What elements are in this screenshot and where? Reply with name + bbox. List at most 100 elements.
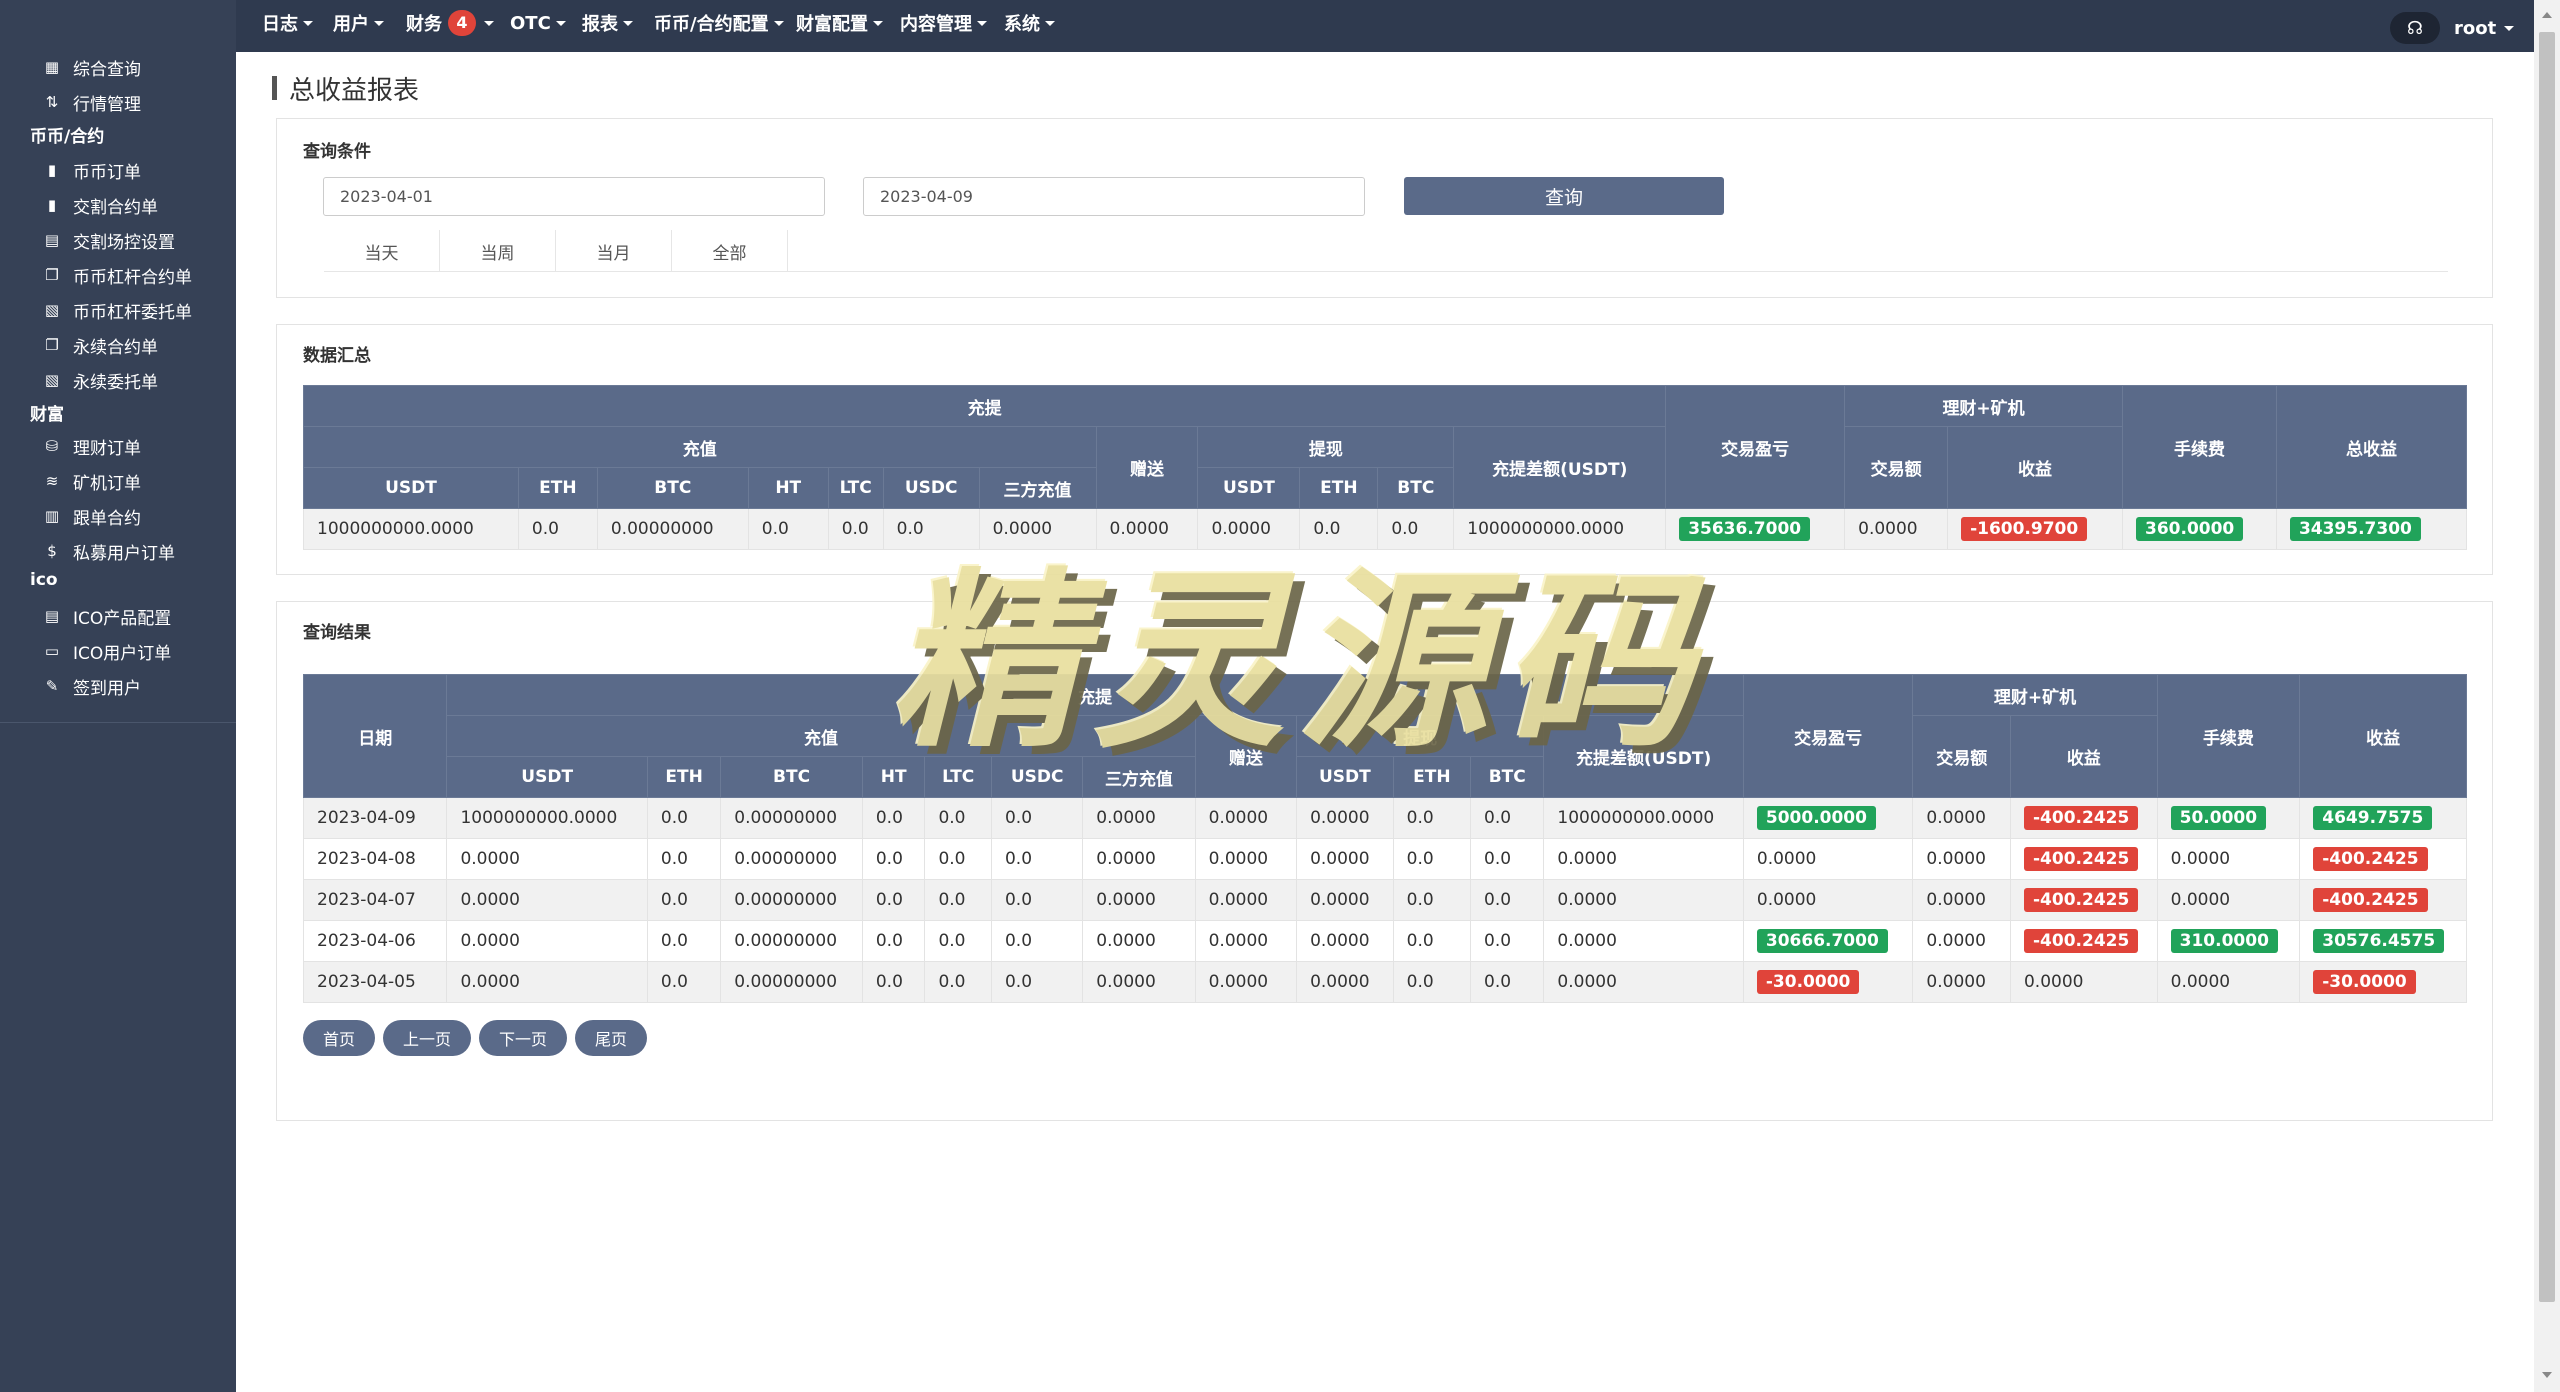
header-licai: 理财+矿机	[1844, 385, 2123, 427]
cell: 0.00000000	[720, 797, 863, 839]
cell: 0.0000	[2156, 879, 2301, 921]
cell: 0.0	[646, 961, 722, 1003]
cell: 0.00000000	[596, 508, 749, 550]
cell: 0.0	[1469, 920, 1545, 962]
header-profit: 收益	[2299, 674, 2467, 798]
sidebar-item-private-orders[interactable]: $ 私募用户订单	[44, 536, 175, 566]
sidebar-item-delivery-orders[interactable]: ▮ 交割合约单	[44, 190, 158, 220]
sidebar-item-perpetual-entrust[interactable]: ▧ 永续委托单	[44, 365, 158, 395]
cell: 0.0	[1469, 797, 1545, 839]
cell: 0.0000	[1296, 920, 1394, 962]
scroll-up-icon[interactable]	[2542, 12, 2552, 18]
tab-all[interactable]: 全部	[672, 230, 788, 272]
cell: 0.0000	[1082, 920, 1196, 962]
caret-down-icon	[873, 20, 883, 26]
summary-table: 充提 交易盈亏 理财+矿机 手续费 总收益 充值 赠送 提现 充提差额(USDT…	[302, 385, 2468, 550]
cell: 0.0	[861, 879, 926, 921]
nav-wealth-config[interactable]: 财富配置	[796, 0, 883, 46]
nav-log[interactable]: 日志	[262, 0, 313, 46]
nav-system[interactable]: 系统	[1004, 0, 1055, 46]
table-row: 2023-04-05 0.0000 0.0 0.00000000 0.0 0.0 0.0 0.…	[302, 961, 2467, 1003]
cell: 2023-04-06	[302, 920, 448, 962]
sidebar-item-miner-orders[interactable]: ≋ 矿机订单	[44, 466, 141, 496]
tab-this-week[interactable]: 当周	[440, 230, 556, 272]
cell: 0.0	[827, 508, 884, 550]
sidebar-item-ico-config[interactable]: ▤ ICO产品配置	[44, 601, 171, 631]
nav-contract-config[interactable]: 币币/合约配置	[654, 0, 784, 46]
status-badge: 360.0000	[2136, 517, 2244, 541]
end-date-input[interactable]: 2023-04-09	[863, 177, 1365, 216]
bookmark-icon: ▮	[47, 161, 57, 179]
sidebar-item-label: 签到用户	[73, 678, 141, 699]
cell: 0.0	[1299, 508, 1379, 550]
sidebar-item-delivery-control[interactable]: ▤ 交割场控设置	[44, 225, 175, 255]
header-withdraw-usdt: USDT	[1296, 756, 1394, 798]
user-menu[interactable]: root	[2454, 0, 2515, 56]
status-badge: -400.2425	[2023, 847, 2139, 871]
scrollbar-thumb[interactable]	[2539, 32, 2555, 1302]
top-navbar: 日志 用户 财务 4 OTC 报表 币币/合约配置 财富配置 内容管理 系统 ☊ …	[236, 0, 2560, 52]
cell: 0.0000	[1912, 879, 2011, 921]
sidebar-item-market[interactable]: ⇅ 行情管理	[44, 87, 141, 117]
scroll-down-icon[interactable]	[2542, 1372, 2552, 1378]
nav-finance[interactable]: 财务 4	[406, 0, 494, 46]
sidebar-item-finance-orders[interactable]: ⛁ 理财订单	[44, 431, 141, 461]
layers-icon: ≋	[45, 472, 59, 490]
sidebar-item-overview[interactable]: ▦ 综合查询	[44, 52, 141, 82]
cell: 0.0	[990, 838, 1084, 880]
cell: 4649.7575	[2299, 797, 2467, 839]
cell: 360.0000	[2122, 508, 2277, 550]
sidebar-group-contract: 币币/合约	[30, 127, 105, 147]
cell: 2023-04-07	[302, 879, 448, 921]
sidebar-item-perpetual[interactable]: ❐ 永续合约单	[44, 330, 158, 360]
tab-this-month[interactable]: 当月	[556, 230, 672, 272]
cell: 2023-04-09	[302, 797, 448, 839]
header-recharge: 充值	[446, 715, 1196, 757]
header-diff: 充提差额(USDT)	[1453, 426, 1667, 509]
cell: 0.0000	[1194, 879, 1298, 921]
cell: 1000000000.0000	[303, 508, 519, 550]
query-button[interactable]: 查询	[1404, 177, 1724, 215]
sidebar-item-label: 币币订单	[73, 162, 141, 183]
cell: 0.0	[1392, 920, 1472, 962]
header-withdraw-btc: BTC	[1469, 756, 1545, 798]
start-date-input[interactable]: 2023-04-01	[323, 177, 825, 216]
header-chongti: 充提	[302, 385, 1667, 427]
cell: -1600.9700	[1947, 508, 2123, 550]
nav-user[interactable]: 用户	[333, 0, 384, 46]
sidebar-item-margin-entrust[interactable]: ▧ 币币杠杆委托单	[44, 295, 192, 325]
page-scrollbar[interactable]	[2534, 0, 2560, 1392]
sidebar-item-checkin-users[interactable]: ✎ 签到用户	[44, 671, 141, 701]
headset-icon[interactable]: ☊	[2390, 12, 2440, 44]
cell: 0.0000	[1912, 838, 2011, 880]
header-chongti: 充提	[446, 674, 1744, 716]
caret-down-icon	[623, 20, 633, 26]
caret-down-icon	[303, 20, 313, 26]
tab-today[interactable]: 当天	[324, 230, 440, 272]
cell: 0.0	[646, 838, 722, 880]
cell: -400.2425	[2299, 879, 2467, 921]
header-trade-pl: 交易盈亏	[1665, 385, 1846, 509]
sidebar-item-label: ICO用户订单	[73, 643, 172, 664]
header-income: 收益	[1947, 426, 2123, 509]
cell: 0.0000	[1543, 879, 1744, 921]
last-page-button[interactable]: 尾页	[575, 1020, 648, 1056]
next-page-button[interactable]: 下一页	[479, 1020, 568, 1056]
sidebar-item-ico-orders[interactable]: ▭ ICO用户订单	[44, 636, 171, 666]
cell: 0.0000	[2156, 838, 2301, 880]
prev-page-button[interactable]: 上一页	[383, 1020, 472, 1056]
results-body: 2023-04-09 1000000000.0000 0.0 0.00000000 0.…	[302, 797, 2467, 1003]
nav-otc[interactable]: OTC	[510, 0, 566, 46]
header-date: 日期	[302, 674, 448, 798]
sidebar-item-margin-contract[interactable]: ❐ 币币杠杆合约单	[44, 260, 192, 290]
sidebar-item-copy-trade[interactable]: ▥ 跟单合约	[44, 501, 141, 531]
nav-label: 日志	[262, 14, 298, 35]
first-page-button[interactable]: 首页	[303, 1020, 376, 1056]
nav-content[interactable]: 内容管理	[900, 0, 987, 46]
sidebar-item-spot-orders[interactable]: ▮ 币币订单	[44, 155, 141, 185]
header-eth: ETH	[646, 756, 722, 798]
cell: 2023-04-05	[302, 961, 448, 1003]
nav-report[interactable]: 报表	[582, 0, 633, 46]
status-badge: -400.2425	[2023, 806, 2139, 830]
cell: -400.2425	[2299, 838, 2467, 880]
